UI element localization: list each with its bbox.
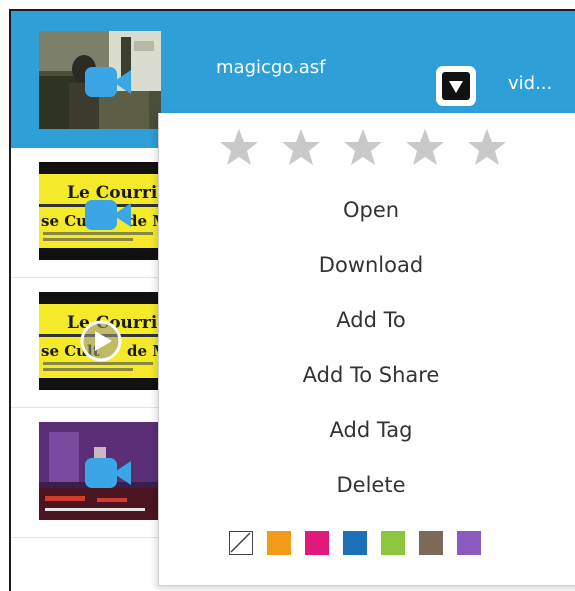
color-swatch-blue[interactable] <box>343 531 367 555</box>
file-options-dropdown-button[interactable] <box>436 66 476 106</box>
color-swatch-orange[interactable] <box>267 531 291 555</box>
menu-item-download[interactable]: Download <box>159 245 575 285</box>
video-camera-icon <box>85 200 131 230</box>
play-icon <box>80 320 122 362</box>
file-name[interactable]: magicgo.asf <box>216 57 325 78</box>
menu-item-add-to-share[interactable]: Add To Share <box>159 355 575 395</box>
no-color-icon <box>230 532 251 553</box>
thumbnail-le-courrier[interactable]: Le Courrier se Cult de M <box>39 292 161 390</box>
color-swatch-green[interactable] <box>381 531 405 555</box>
video-camera-icon <box>85 67 131 97</box>
star-icon[interactable] <box>281 127 321 167</box>
star-icon[interactable] <box>467 127 507 167</box>
thumbnail-le-courrier[interactable]: Le Courrier se Cult de M <box>39 162 161 260</box>
thumbnail-outdoor-scene[interactable] <box>39 31 161 129</box>
star-icon[interactable] <box>343 127 383 167</box>
color-swatch-brown[interactable] <box>419 531 443 555</box>
menu-item-add-tag[interactable]: Add Tag <box>159 410 575 450</box>
color-swatch-purple[interactable] <box>457 531 481 555</box>
svg-text:de M: de M <box>127 342 161 360</box>
color-swatch-none[interactable] <box>229 531 253 555</box>
menu-item-delete[interactable]: Delete <box>159 465 575 505</box>
chevron-down-icon <box>442 72 470 100</box>
video-camera-icon <box>85 458 131 488</box>
thumbnail-stage-event[interactable] <box>39 422 161 520</box>
file-context-menu: Open Download Add To Add To Share Add Ta… <box>158 113 575 586</box>
star-icon[interactable] <box>219 127 259 167</box>
menu-item-add-to[interactable]: Add To <box>159 300 575 340</box>
star-icon[interactable] <box>405 127 445 167</box>
svg-text:de M: de M <box>127 212 161 230</box>
menu-item-open[interactable]: Open <box>159 190 575 230</box>
color-swatch-pink[interactable] <box>305 531 329 555</box>
file-type-label: vid... <box>508 73 553 94</box>
